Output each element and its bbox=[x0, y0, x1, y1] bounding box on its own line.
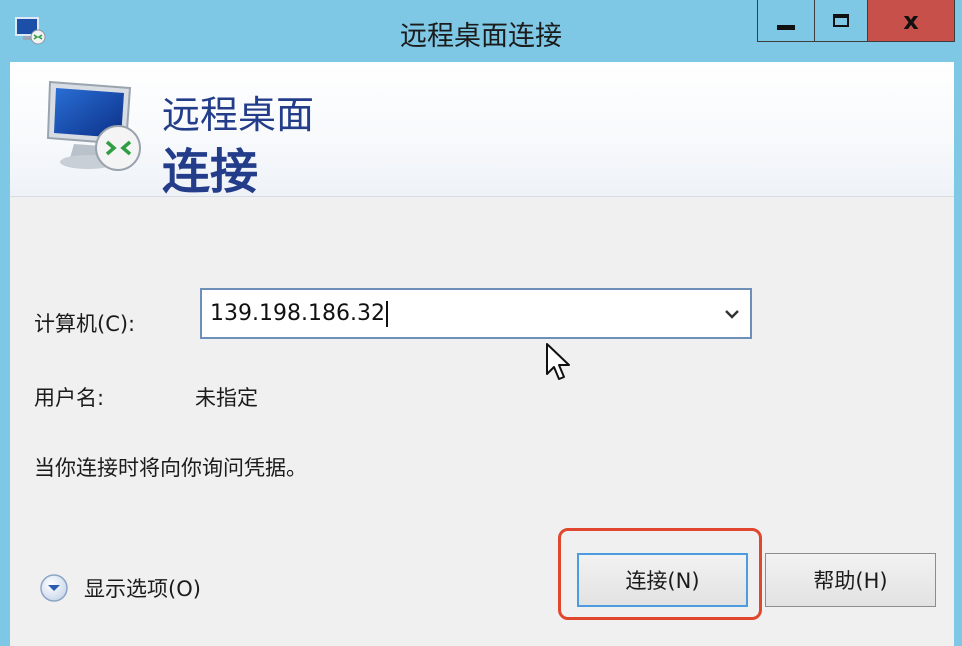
computer-label: 计算机(C): bbox=[34, 312, 136, 336]
maximize-icon bbox=[833, 14, 849, 27]
maximize-button[interactable] bbox=[814, 0, 868, 42]
rdp-window: 远程桌面连接 x 远程桌面 连接 计算机(C): 139.198.186.32 … bbox=[0, 0, 962, 646]
close-icon: x bbox=[903, 6, 919, 35]
header-banner: 远程桌面 连接 bbox=[10, 62, 954, 200]
banner-subtitle: 连接 bbox=[162, 144, 259, 200]
username-value: 未指定 bbox=[195, 386, 258, 410]
title-bar[interactable]: 远程桌面连接 x bbox=[0, 0, 962, 62]
show-options-label: 显示选项(O) bbox=[84, 577, 201, 601]
help-button[interactable]: 帮助(H) bbox=[765, 553, 936, 607]
computer-combobox[interactable]: 139.198.186.32 bbox=[200, 288, 752, 339]
text-caret bbox=[385, 301, 388, 327]
monitor-icon bbox=[46, 80, 141, 171]
banner-title: 远程桌面 bbox=[162, 93, 315, 137]
credentials-note: 当你连接时将向你询问凭据。 bbox=[34, 456, 307, 480]
connect-button[interactable]: 连接(N) bbox=[577, 553, 748, 607]
username-label: 用户名: bbox=[34, 386, 105, 410]
minimize-icon bbox=[777, 25, 795, 30]
dropdown-arrow-icon[interactable] bbox=[722, 304, 742, 324]
computer-value: 139.198.186.32 bbox=[210, 301, 385, 326]
mouse-cursor-icon bbox=[546, 343, 570, 380]
computer-input[interactable]: 139.198.186.32 bbox=[210, 301, 388, 327]
expand-options-icon[interactable] bbox=[38, 572, 70, 604]
close-button[interactable]: x bbox=[867, 0, 955, 42]
minimize-button[interactable] bbox=[757, 0, 815, 42]
show-options-toggle[interactable]: 显示选项(O) bbox=[38, 572, 201, 604]
dialog-body: 远程桌面 连接 计算机(C): 139.198.186.32 用户名: 未指定 … bbox=[10, 62, 954, 646]
